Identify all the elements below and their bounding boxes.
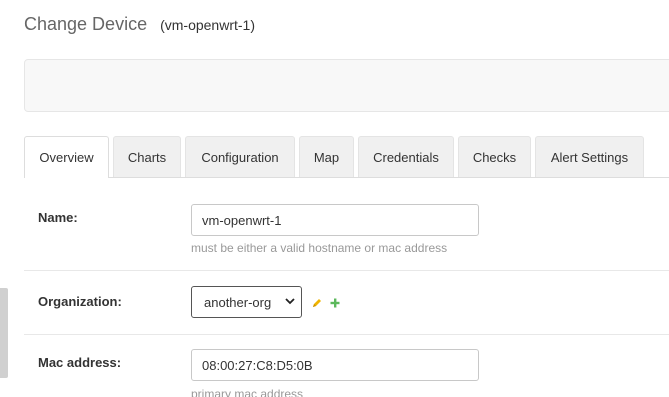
object-tools-bar xyxy=(24,59,669,112)
title-row: Change Device (vm-openwrt-1) xyxy=(24,14,255,35)
organization-row: Organization: another-org xyxy=(24,271,669,335)
page-title: Change Device xyxy=(24,14,148,34)
name-label: Name: xyxy=(38,210,78,225)
tab-alert-settings[interactable]: Alert Settings xyxy=(535,136,644,177)
name-row: Name: must be either a valid hostname or… xyxy=(24,188,669,271)
tab-charts[interactable]: Charts xyxy=(113,136,181,177)
mac-address-input[interactable] xyxy=(191,349,479,381)
organization-selected-value: another-org xyxy=(204,294,272,310)
organization-select[interactable]: another-org xyxy=(191,286,302,318)
sidebar-toggle-handle[interactable] xyxy=(0,288,8,378)
chevron-down-icon xyxy=(285,298,295,305)
tab-configuration[interactable]: Configuration xyxy=(185,136,295,177)
tab-overview[interactable]: Overview xyxy=(24,136,109,178)
page-subtitle: (vm-openwrt-1) xyxy=(160,17,255,33)
organization-label: Organization: xyxy=(38,294,122,309)
mac-address-label: Mac address: xyxy=(38,355,122,370)
change-device-page: Change Device (vm-openwrt-1) Overview Ch… xyxy=(0,0,669,397)
mac-address-row: Mac address: primary mac address xyxy=(24,335,669,397)
tab-checks[interactable]: Checks xyxy=(458,136,531,177)
mac-address-help-text: primary mac address xyxy=(191,387,304,397)
pencil-icon[interactable] xyxy=(311,297,323,309)
name-help-text: must be either a valid hostname or mac a… xyxy=(191,241,448,255)
tab-map[interactable]: Map xyxy=(299,136,354,177)
tab-credentials[interactable]: Credentials xyxy=(358,136,454,177)
tab-bar: Overview Charts Configuration Map Creden… xyxy=(24,136,669,178)
plus-icon[interactable] xyxy=(329,297,341,309)
name-input[interactable] xyxy=(191,204,479,236)
